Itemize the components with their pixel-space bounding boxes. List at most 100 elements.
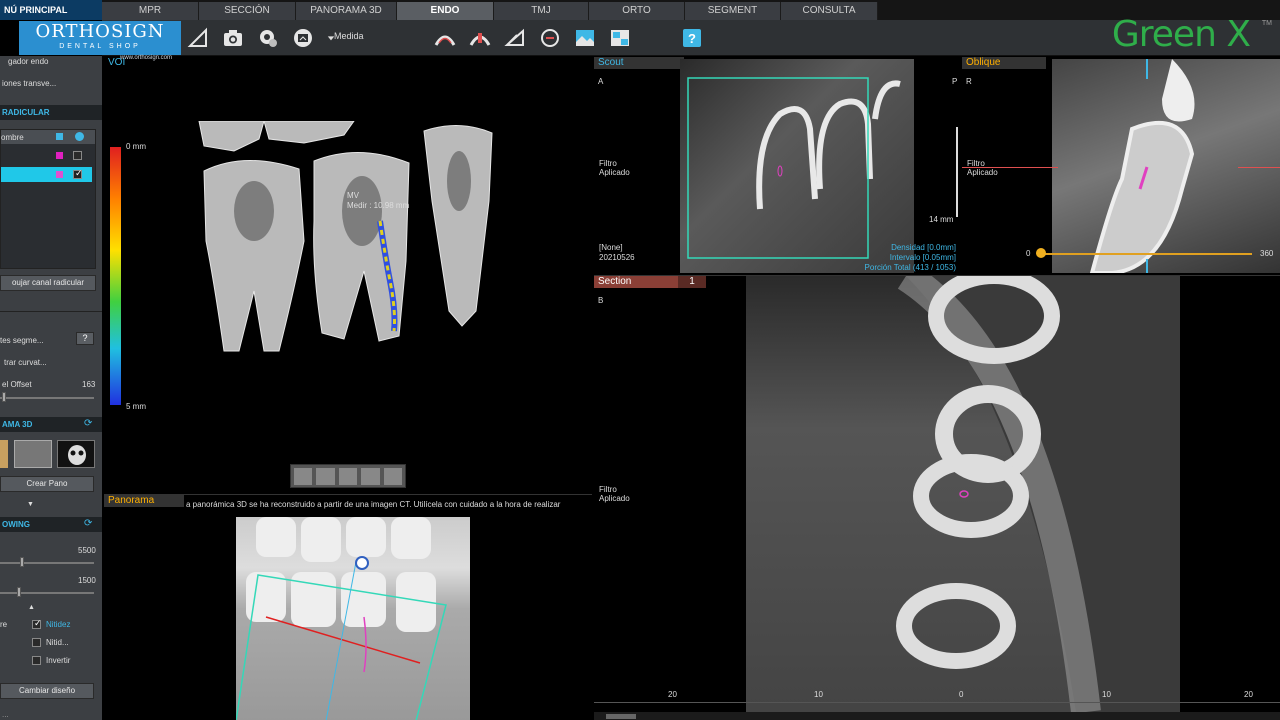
tooth-view-icon[interactable] bbox=[316, 468, 335, 485]
offset-slider-knob[interactable] bbox=[2, 392, 6, 402]
tab-tmj[interactable]: TMJ bbox=[494, 2, 589, 20]
oblique-viewport[interactable]: Oblique R Filtro Aplicado 0 360 bbox=[962, 57, 1280, 273]
sidebar-item-transverse[interactable]: iones transve... bbox=[2, 79, 56, 88]
cambiar-diseno-button[interactable]: Cambiar diseño bbox=[0, 683, 94, 699]
toolbar: Medida ? Green X TM bbox=[102, 14, 1280, 56]
sidebar-item-endo-loader[interactable]: gador endo bbox=[8, 57, 48, 66]
image-export-icon[interactable] bbox=[291, 26, 315, 50]
measure-name: MV bbox=[347, 191, 359, 200]
tab-mpr[interactable]: MPR bbox=[102, 2, 199, 20]
nerve-canal-icon[interactable] bbox=[433, 26, 457, 50]
refresh-icon[interactable]: ⟳ bbox=[84, 418, 92, 429]
logo-line-2: DENTAL SHOP bbox=[59, 43, 141, 50]
scout-viewport[interactable]: Scout A P Filtro Aplicado [None] 2021052… bbox=[594, 57, 960, 273]
crear-pano-button[interactable]: Crear Pano bbox=[0, 476, 94, 492]
draw-canal-button[interactable]: oujar canal radicular bbox=[0, 275, 96, 291]
collapse-arrow-icon[interactable]: ▼ bbox=[27, 501, 34, 508]
window-width-knob[interactable] bbox=[20, 557, 24, 567]
pano-thumbnail-1[interactable] bbox=[0, 440, 8, 468]
layout-icon[interactable] bbox=[608, 26, 632, 50]
visibility-column-icon bbox=[75, 132, 84, 141]
options-prefix: re bbox=[0, 620, 8, 629]
nitid-checkbox[interactable] bbox=[32, 638, 41, 647]
rotation-min-label: 0 bbox=[1026, 249, 1031, 258]
help-icon[interactable]: ? bbox=[680, 26, 704, 50]
left-sidebar: gador endo iones transve... RADICULAR om… bbox=[0, 56, 102, 720]
canal-visible-checkbox[interactable] bbox=[73, 168, 83, 179]
table-row-selected[interactable] bbox=[1, 167, 92, 182]
trademark-text: TM bbox=[1261, 20, 1272, 27]
tab-consulta[interactable]: CONSULTA bbox=[781, 2, 878, 20]
pano-thumbnail-2[interactable] bbox=[14, 440, 52, 468]
svg-text:?: ? bbox=[688, 31, 696, 46]
section-scrollbar-thumb[interactable] bbox=[606, 714, 636, 719]
oblique-image bbox=[1052, 59, 1280, 273]
section-orient: B bbox=[598, 296, 604, 305]
window-level-slider[interactable] bbox=[0, 592, 94, 594]
scout-date-label: 20210526 bbox=[599, 253, 635, 262]
refresh-icon[interactable]: ⟳ bbox=[84, 518, 92, 529]
main-menu-title[interactable]: NÚ PRINCIPAL bbox=[0, 0, 102, 20]
tooth-view-icon[interactable] bbox=[361, 468, 380, 485]
tooth-view-icon[interactable] bbox=[294, 468, 313, 485]
pano-thumbnail-3[interactable] bbox=[57, 440, 95, 468]
panorama-viewport[interactable]: Panorama a panorámica 3D se ha reconstru… bbox=[104, 494, 592, 720]
segments-help-button[interactable]: ? bbox=[76, 332, 94, 345]
section-viewport[interactable]: Section 1 B ⌄ Filtro Aplicado 20 10 0 10… bbox=[594, 275, 1280, 720]
angle-tool-icon[interactable] bbox=[503, 26, 527, 50]
nitid-label[interactable]: Nitid... bbox=[46, 638, 69, 647]
oblique-orient: R bbox=[966, 77, 972, 86]
capture-settings-icon[interactable] bbox=[256, 26, 280, 50]
section-image bbox=[746, 276, 1180, 714]
tab-orto[interactable]: ORTO bbox=[589, 2, 685, 20]
section-radicular[interactable]: RADICULAR bbox=[0, 105, 102, 120]
rotation-slider[interactable] bbox=[1038, 253, 1252, 255]
nitidez-label[interactable]: Nitidez bbox=[46, 620, 70, 629]
circle-tool-icon[interactable] bbox=[538, 26, 562, 50]
window-width-slider[interactable] bbox=[0, 562, 94, 564]
canal-visible-checkbox[interactable] bbox=[73, 151, 82, 160]
canal-table: ombre bbox=[0, 129, 96, 269]
section-filter-label: Filtro Aplicado bbox=[599, 485, 630, 503]
offset-slider[interactable] bbox=[0, 397, 94, 399]
oblique-title: Oblique bbox=[962, 57, 1046, 69]
offset-value: 163 bbox=[82, 380, 96, 389]
section-index[interactable]: 1 bbox=[678, 276, 706, 288]
implant-icon[interactable] bbox=[468, 26, 492, 50]
tab-seccion[interactable]: SECCIÓN bbox=[199, 2, 296, 20]
scout-orient-right: P bbox=[952, 77, 958, 86]
oblique-ref-line-right bbox=[1238, 167, 1280, 168]
ruler-label: 10 bbox=[1102, 690, 1111, 699]
porcion-label: Porción Total (413 / 1053) bbox=[864, 263, 956, 272]
tab-endo[interactable]: ENDO bbox=[397, 2, 494, 20]
tab-segment[interactable]: SEGMENT bbox=[685, 2, 781, 20]
voi-viewport[interactable]: VOI 0 mm 5 mm MV Medir : 10.98 mm bbox=[104, 57, 592, 492]
window-level-knob[interactable] bbox=[17, 587, 21, 597]
ruler-label: 20 bbox=[668, 690, 677, 699]
offset-label: el Offset bbox=[2, 380, 32, 389]
segments-label[interactable]: tes segme... bbox=[0, 336, 44, 345]
table-row[interactable] bbox=[1, 150, 95, 162]
rotation-slider-knob[interactable] bbox=[1036, 248, 1046, 258]
table-header-name: ombre bbox=[1, 133, 24, 142]
canal-color-swatch[interactable] bbox=[56, 152, 63, 159]
angle-measure-icon[interactable] bbox=[186, 26, 210, 50]
tooth-view-icon[interactable] bbox=[383, 468, 403, 485]
logo-url: www.orthosign.com bbox=[120, 55, 173, 61]
section-scrollbar[interactable] bbox=[594, 712, 1280, 720]
invertir-label[interactable]: Invertir bbox=[46, 656, 70, 665]
scale-bottom-label: 5 mm bbox=[126, 402, 146, 411]
nitidez-checkbox[interactable] bbox=[32, 618, 42, 629]
camera-icon[interactable] bbox=[221, 26, 245, 50]
tab-panorama-3d[interactable]: PANORAMA 3D bbox=[296, 2, 397, 20]
tooth-view-icon[interactable] bbox=[338, 468, 358, 485]
invertir-checkbox[interactable] bbox=[32, 656, 41, 665]
image-adjust-icon[interactable] bbox=[573, 26, 597, 50]
tooth-view-buttons bbox=[290, 464, 406, 488]
curvature-label[interactable]: trar curvat... bbox=[4, 358, 47, 367]
medida-label[interactable]: Medida bbox=[334, 31, 364, 41]
expand-arrow-icon[interactable]: ▲ bbox=[28, 604, 35, 611]
densidad-label: Densidad [0.0mm] bbox=[891, 243, 956, 252]
canal-color-swatch[interactable] bbox=[56, 171, 63, 178]
scale-top-label: 0 mm bbox=[126, 142, 146, 151]
